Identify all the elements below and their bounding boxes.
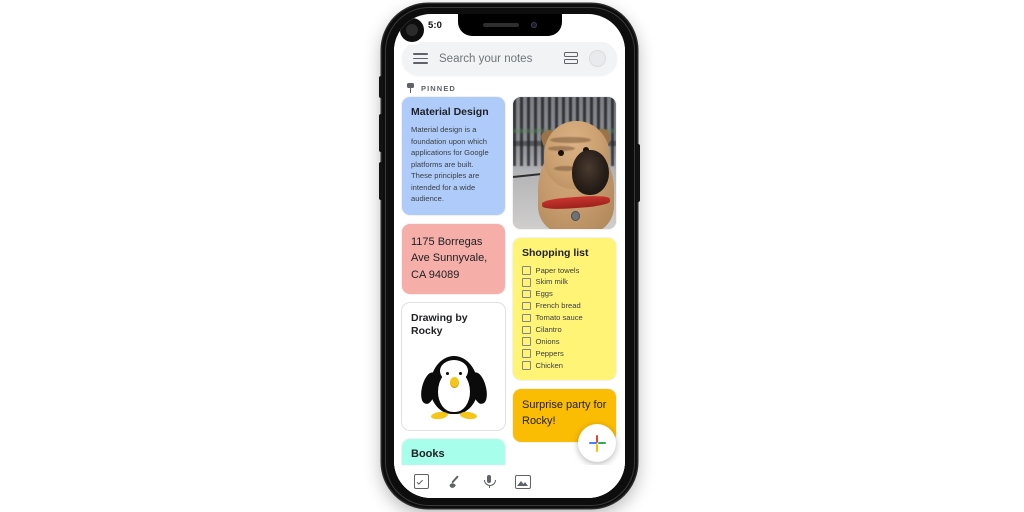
new-checklist-icon <box>413 474 429 489</box>
keep-app: Search your notes PINNED Material Design <box>394 36 625 498</box>
phone-frame: 5:0 Search your notes PINNED Material De… <box>379 4 640 508</box>
penguin-drawing-icon <box>418 346 490 422</box>
checklist-item-label: Onions <box>535 336 560 346</box>
checkbox-icon[interactable] <box>522 278 531 287</box>
checkbox-icon[interactable] <box>522 266 531 275</box>
note-dog-photo[interactable] <box>513 97 616 229</box>
display-notch <box>457 14 562 36</box>
volume-up-button[interactable] <box>379 114 383 152</box>
create-note-button[interactable] <box>578 424 616 462</box>
note-title: Drawing by Rocky <box>411 312 468 338</box>
note-address-text: 1175 Borregas Ave Sunnyvale, CA 94089 <box>411 235 488 281</box>
silent-switch[interactable] <box>379 76 383 98</box>
bottom-toolbar <box>394 465 625 498</box>
new-voice-note-icon <box>483 475 496 489</box>
note-shopping-list[interactable]: Shopping list Paper towels Skim milk Eggs F… <box>513 238 616 380</box>
hamburger-menu-icon[interactable] <box>413 53 428 64</box>
checkbox-icon[interactable] <box>522 301 531 311</box>
search-input[interactable]: Search your notes <box>439 53 564 65</box>
pinned-section-header: PINNED <box>394 75 625 97</box>
volume-down-button[interactable] <box>379 162 383 200</box>
checklist-item[interactable]: Peppers <box>522 349 607 358</box>
checklist-item-label: Chicken <box>535 360 563 370</box>
list-view-toggle-icon[interactable] <box>564 51 578 66</box>
checklist-item[interactable]: Eggs <box>522 289 607 299</box>
checkbox-icon[interactable] <box>522 289 531 299</box>
checklist-item-label: Paper towels <box>535 265 580 275</box>
checklist-item[interactable]: Onions <box>522 337 607 346</box>
note-material-design[interactable]: Material Design Material design is a fou… <box>402 97 505 215</box>
checklist-item-label: Eggs <box>535 289 553 299</box>
note-body: Material design is a foundation upon whi… <box>411 125 489 204</box>
new-drawing-button[interactable] <box>438 465 472 498</box>
new-voice-note-button[interactable] <box>472 465 506 498</box>
note-drawing[interactable]: Drawing by Rocky <box>402 303 505 430</box>
checklist-item-label: French bread <box>535 301 581 311</box>
avatar[interactable] <box>589 50 606 67</box>
checklist-item[interactable]: Paper towels <box>522 266 607 275</box>
checklist-item[interactable]: Tomato sauce <box>522 313 607 323</box>
power-button[interactable] <box>636 144 640 202</box>
note-title: Books <box>411 447 445 460</box>
checklist-item[interactable]: Chicken <box>522 361 607 370</box>
checklist-item-label: Tomato sauce <box>535 313 583 323</box>
note-title: Shopping list <box>522 247 589 259</box>
checkbox-icon[interactable] <box>522 325 531 335</box>
checklist-item-label: Cilantro <box>535 325 562 335</box>
checklist-item-label: Peppers <box>535 348 564 358</box>
notes-column-right: Shopping list Paper towels Skim milk Eggs F… <box>513 97 616 474</box>
earpiece-speaker-icon <box>482 23 519 27</box>
checklist-item-label: Skim milk <box>535 277 568 287</box>
checkbox-icon[interactable] <box>522 313 531 323</box>
note-title: Material Design <box>411 106 489 118</box>
front-camera-icon <box>530 22 537 28</box>
new-image-note-icon <box>515 474 531 489</box>
shopping-checklist: Paper towels Skim milk Eggs French bread Tom… <box>522 266 607 370</box>
checklist-item[interactable]: French bread <box>522 301 607 311</box>
checkbox-icon[interactable] <box>522 361 531 370</box>
checklist-item[interactable]: Skim milk <box>522 278 607 287</box>
search-bar[interactable]: Search your notes <box>402 42 617 75</box>
phone-screen: 5:0 Search your notes PINNED Material De… <box>394 14 625 498</box>
checkbox-icon[interactable] <box>522 349 531 358</box>
checklist-item[interactable]: Cilantro <box>522 325 607 335</box>
note-address[interactable]: 1175 Borregas Ave Sunnyvale, CA 94089 <box>402 223 505 295</box>
google-plus-icon <box>588 434 606 452</box>
new-checklist-button[interactable] <box>404 465 438 498</box>
new-image-note-button[interactable] <box>506 465 540 498</box>
notes-grid: Material Design Material design is a fou… <box>394 97 625 474</box>
front-camera-blob-icon <box>400 18 424 42</box>
notes-column-left: Material Design Material design is a fou… <box>402 97 505 474</box>
status-time: 5:0 <box>428 19 443 31</box>
pin-icon <box>406 83 415 93</box>
new-drawing-icon <box>448 474 462 489</box>
pinned-label: PINNED <box>421 83 456 93</box>
checkbox-icon[interactable] <box>522 337 531 346</box>
